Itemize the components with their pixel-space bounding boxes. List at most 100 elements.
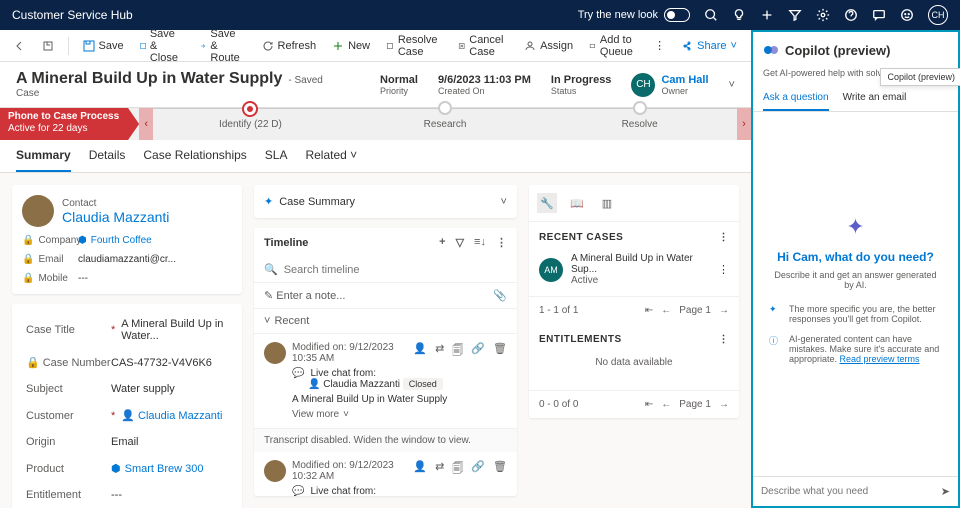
save-close-button[interactable]: Save & Close [134, 24, 191, 68]
wrench-icon[interactable]: 🔧 [537, 193, 557, 213]
tab-details[interactable]: Details [89, 140, 126, 172]
link-icon[interactable]: 🔗 [471, 342, 485, 361]
customer-field[interactable]: 👤 Claudia Mazzanti [121, 409, 228, 422]
cancel-button[interactable]: Cancel Case [452, 30, 514, 62]
filter-icon[interactable] [788, 8, 802, 22]
save-button[interactable]: Save [77, 36, 130, 56]
tab-email[interactable]: Write an email [843, 86, 907, 111]
back-button[interactable] [8, 36, 32, 56]
origin-field[interactable]: Email [111, 436, 228, 448]
timeline-meta: Modified on: 9/12/2023 10:32 AM [292, 460, 407, 482]
prev-icon[interactable]: ← [661, 399, 671, 410]
owner-value[interactable]: Cam Hall [661, 74, 708, 86]
resolve-button[interactable]: Resolve Case [380, 30, 448, 62]
process-label[interactable]: Phone to Case ProcessActive for 22 days [0, 108, 139, 140]
delete-icon[interactable]: 🗑 [493, 342, 507, 361]
mobile-value: --- [78, 273, 88, 284]
face-icon[interactable] [900, 8, 914, 22]
more-icon[interactable]: ⋮ [718, 334, 729, 345]
process-next[interactable]: › [737, 108, 751, 140]
more-icon[interactable]: ⋮ [718, 263, 729, 276]
person-icon[interactable]: 👤 [413, 342, 427, 361]
gear-icon[interactable] [816, 8, 830, 22]
entitlement-field[interactable]: --- [111, 489, 228, 501]
user-avatar[interactable]: CH [928, 5, 948, 25]
copilot-greeting: Hi Cam, what do you need? [777, 250, 934, 264]
process-prev[interactable]: ‹ [139, 108, 153, 140]
tab-summary[interactable]: Summary [16, 140, 71, 172]
case-title-field[interactable]: A Mineral Build Up in Water... [121, 318, 228, 342]
timeline-title: Timeline [264, 237, 308, 249]
filter-icon[interactable]: ▽ [456, 236, 464, 249]
send-icon[interactable]: ➤ [941, 485, 950, 498]
tab-related[interactable]: Related ˅ [305, 140, 357, 172]
queue-button[interactable]: Add to Queue [583, 30, 644, 62]
person-icon[interactable]: 👤 [413, 460, 427, 479]
more-icon[interactable]: ⋮ [496, 236, 507, 249]
company-link[interactable]: ⬢Fourth Coffee [78, 235, 152, 246]
save-route-button[interactable]: Save & Route [194, 24, 251, 68]
help-icon[interactable] [844, 8, 858, 22]
contact-avatar [22, 195, 54, 227]
field-label: Origin [26, 436, 111, 448]
plus-icon[interactable]: + [439, 236, 445, 249]
stage-research[interactable]: Research [348, 108, 543, 140]
assign-button[interactable]: Assign [518, 36, 579, 56]
chat-icon[interactable] [872, 8, 886, 22]
status-value: In Progress [551, 74, 612, 86]
search-icon[interactable] [704, 8, 718, 22]
case-summary-toggle[interactable]: ✦Case Summary˅ [254, 185, 517, 218]
attach-icon[interactable]: 📎 [493, 289, 507, 302]
tab-ask[interactable]: Ask a question [763, 86, 829, 111]
first-icon[interactable]: ⇤ [645, 305, 653, 316]
next-icon[interactable]: → [719, 305, 729, 316]
product-field[interactable]: ⬢Smart Brew 300 [111, 462, 228, 475]
timeline-search[interactable] [284, 264, 507, 276]
note-icon[interactable]: 🗐 [452, 460, 463, 479]
note-placeholder[interactable]: Enter a note... [276, 290, 345, 302]
stage-resolve[interactable]: Resolve [542, 108, 737, 140]
copilot-input[interactable] [761, 486, 935, 497]
recent-cases-title: RECENT CASES [539, 232, 623, 243]
refresh-button[interactable]: Refresh [256, 36, 323, 56]
chevron-down-icon[interactable]: ˅ [729, 79, 735, 91]
copilot-tip: AI-generated content can have mistakes. … [789, 334, 942, 364]
created-label: Created On [438, 86, 531, 96]
tab-relationships[interactable]: Case Relationships [143, 140, 246, 172]
copilot-icon [763, 42, 779, 58]
assign-icon[interactable]: ⇄ [435, 342, 444, 361]
lightbulb-icon[interactable] [732, 8, 746, 22]
list-item[interactable]: AMA Mineral Build Up in Water Sup...Acti… [539, 253, 729, 286]
note-icon[interactable]: 🗐 [452, 342, 463, 361]
plus-icon[interactable] [760, 8, 774, 22]
more-icon[interactable]: ⋮ [718, 232, 729, 243]
more-icon[interactable]: ⋮ [648, 35, 671, 56]
chevron-down-icon[interactable]: ˅ [501, 196, 507, 208]
field-label: Subject [26, 383, 111, 395]
next-icon[interactable]: → [719, 399, 729, 410]
field-label: Product [26, 463, 111, 475]
recent-toggle[interactable]: ˅Recent [254, 309, 517, 334]
stage-identify[interactable]: Identify (22 D) [153, 108, 348, 140]
assign-icon[interactable]: ⇄ [435, 460, 444, 479]
first-icon[interactable]: ⇤ [645, 399, 653, 410]
share-button[interactable]: Share ˅ [675, 36, 743, 56]
view-more[interactable]: View more ˅ [292, 409, 507, 420]
lock-icon: 🔒 [22, 254, 34, 265]
preview-terms-link[interactable]: Read preview terms [840, 354, 920, 364]
tab-sla[interactable]: SLA [265, 140, 288, 172]
copilot-title: Copilot (preview) [785, 43, 890, 58]
contact-name[interactable]: Claudia Mazzanti [62, 209, 169, 225]
open-button[interactable] [36, 36, 60, 56]
sort-icon[interactable]: ≡↓ [474, 236, 486, 249]
book-icon[interactable]: 📖 [567, 193, 587, 213]
panel-icon[interactable]: ▥ [597, 193, 617, 213]
subject-field[interactable]: Water supply [111, 383, 228, 395]
avatar [264, 342, 286, 364]
try-new-look-toggle[interactable]: Try the new look [578, 8, 690, 22]
new-button[interactable]: New [326, 36, 376, 56]
link-icon[interactable]: 🔗 [471, 460, 485, 479]
prev-icon[interactable]: ← [661, 305, 671, 316]
pager-count: 0 - 0 of 0 [539, 399, 578, 410]
delete-icon[interactable]: 🗑 [493, 460, 507, 479]
